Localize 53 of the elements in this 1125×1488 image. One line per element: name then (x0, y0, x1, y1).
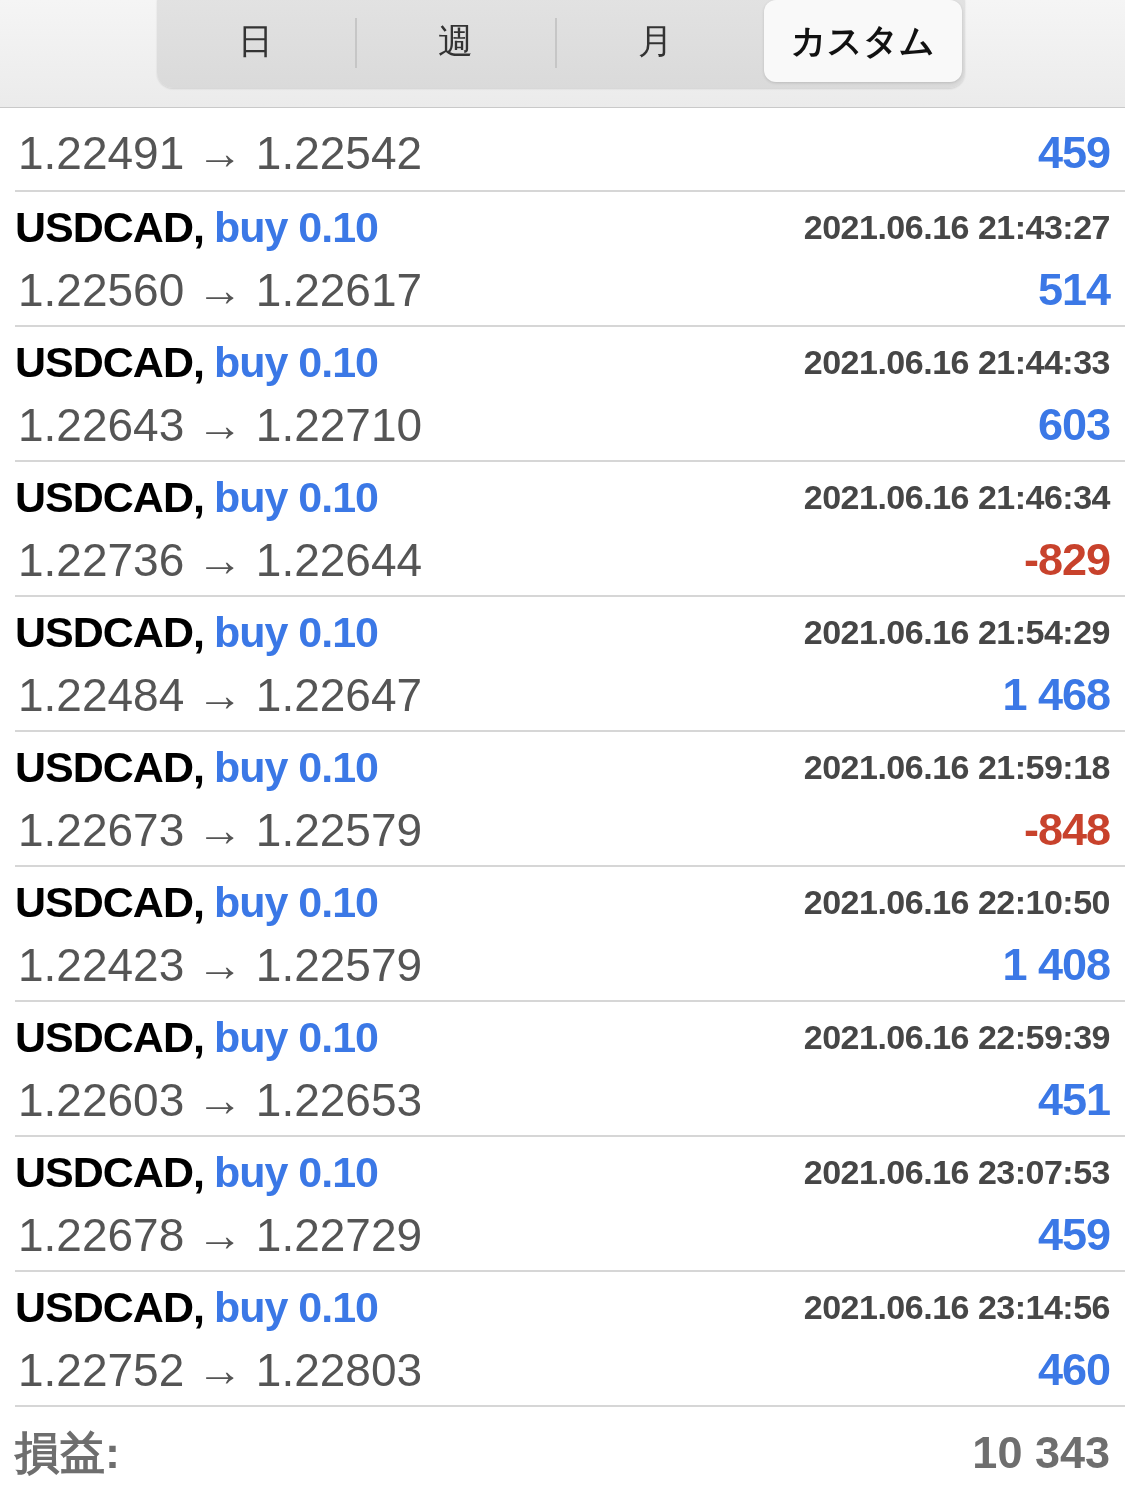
symbol-text: USDCAD, (15, 337, 204, 388)
symbol-text: USDCAD, (15, 1282, 204, 1333)
symbol-text: USDCAD, (15, 202, 204, 253)
symbol-text: USDCAD, (15, 742, 204, 793)
order-text: buy 0.10 (213, 742, 378, 793)
price-text: 1.22560 → 1.22617 (17, 263, 423, 318)
symbol-text: USDCAD, (15, 1147, 204, 1198)
profit-text: 459 (1037, 1208, 1110, 1262)
profit-text: -829 (1023, 533, 1110, 587)
price-text: 1.22643 → 1.22710 (17, 398, 423, 453)
segment-tab[interactable]: 日 (157, 0, 355, 82)
profit-text: 603 (1037, 398, 1110, 452)
time-text: 2021.06.16 23:14:56 (803, 1287, 1110, 1328)
order-text: buy 0.10 (213, 877, 378, 928)
segment-tab[interactable]: 週 (356, 0, 555, 82)
total-label: 損益: (15, 1426, 120, 1480)
time-text: 2021.06.16 21:59:18 (803, 747, 1110, 788)
price-text: 1.22752 → 1.22803 (17, 1343, 423, 1398)
profit-text: 459 (1037, 126, 1110, 180)
order-text: buy 0.10 (213, 472, 378, 523)
time-text: 2021.06.16 21:46:34 (803, 477, 1110, 518)
segment-tab[interactable]: カスタム (764, 0, 962, 82)
price-text: 1.22603 → 1.22653 (17, 1073, 423, 1128)
price-text: 1.22736 → 1.22644 (17, 533, 423, 588)
time-text: 2021.06.16 22:10:50 (803, 882, 1110, 923)
symbol-text: USDCAD, (15, 1012, 204, 1063)
price-text: 1.22673 → 1.22579 (17, 803, 423, 858)
order-text: buy 0.10 (213, 202, 378, 253)
time-text: 2021.06.16 21:54:29 (803, 612, 1110, 653)
symbol-text: USDCAD, (15, 877, 204, 928)
profit-text: 1 408 (1002, 938, 1110, 992)
order-text: buy 0.10 (213, 1012, 378, 1063)
profit-text: 451 (1037, 1073, 1110, 1127)
price-text: 1.22491 → 1.22542 (17, 126, 423, 181)
profit-text: 514 (1037, 263, 1110, 317)
symbol-text: USDCAD, (15, 607, 204, 658)
symbol-text: USDCAD, (15, 472, 204, 523)
order-text: buy 0.10 (213, 607, 378, 658)
order-text: buy 0.10 (213, 1147, 378, 1198)
price-text: 1.22423 → 1.22579 (17, 938, 423, 993)
time-text: 2021.06.16 21:44:33 (803, 342, 1110, 383)
time-text: 2021.06.16 22:59:39 (803, 1017, 1110, 1058)
time-text: 2021.06.16 21:43:27 (803, 207, 1110, 248)
profit-text: 1 468 (1002, 668, 1110, 722)
order-text: buy 0.10 (213, 1282, 378, 1333)
time-text: 2021.06.16 23:07:53 (803, 1152, 1110, 1193)
order-text: buy 0.10 (213, 337, 378, 388)
price-text: 1.22678 → 1.22729 (17, 1208, 423, 1263)
profit-text: -848 (1023, 803, 1110, 857)
price-text: 1.22484 → 1.22647 (17, 668, 423, 723)
profit-text: 460 (1037, 1343, 1110, 1397)
total-value: 10 343 (972, 1426, 1110, 1480)
segment-tab[interactable]: 月 (556, 0, 755, 82)
